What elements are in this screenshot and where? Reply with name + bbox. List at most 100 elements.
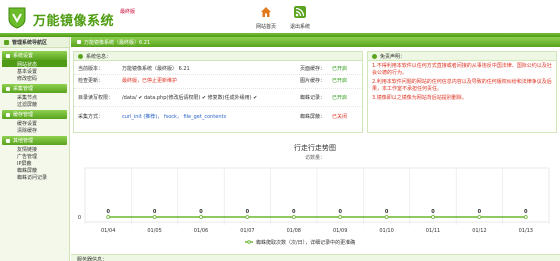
- sidebar: 管理系统导航区 系统设置 网站状态 基本设置 修改密码 采集管理 采集节点 过滤…: [0, 37, 70, 261]
- home-icon: [77, 40, 81, 44]
- info-icon: [78, 53, 83, 59]
- x-tick-label: 01/11: [426, 228, 440, 234]
- grid-icon: [4, 39, 9, 45]
- sidebar-item-filter[interactable]: 过滤屏蔽: [0, 100, 69, 108]
- x-tick-label: 01/10: [379, 228, 393, 234]
- sidebar-section-title[interactable]: 采集管理: [2, 84, 67, 93]
- sidebar-item-cache-settings[interactable]: 缓存设置: [0, 119, 69, 127]
- data-label: 0: [478, 209, 482, 215]
- sidebar-item-change-password[interactable]: 修改密码: [0, 74, 69, 82]
- data-point: [431, 215, 435, 219]
- data-label: 0: [385, 209, 389, 215]
- sidebar-item-basic-settings[interactable]: 基本设置: [0, 67, 69, 75]
- data-label: 0: [106, 209, 110, 215]
- data-point: [152, 215, 157, 219]
- row-label: 采集方式：: [78, 114, 104, 120]
- system-info-panel: 系统信息： 当前版本： 万能镜像系统（最终版） 6.21 页面缓存： 已开启 检…: [73, 51, 363, 133]
- data-label: 0: [199, 209, 203, 215]
- row-label: 蜘蛛屏蔽：: [300, 114, 326, 120]
- sidebar-section-label: 采集管理: [13, 86, 34, 92]
- row-label: 目录读写权限：: [78, 95, 114, 101]
- sidebar-section-title[interactable]: 其他管理: [2, 136, 67, 145]
- sidebar-title: 管理系统导航区: [12, 39, 48, 46]
- nav-home-label: 网站首页: [255, 24, 276, 30]
- status-badge: 已开启: [332, 66, 348, 72]
- disclaimer-panel: 免责声明： 1.不得利用本软件以任何方式直接或者间接的从事违反中国法律、国际公约…: [367, 51, 557, 133]
- sidebar-item-ads[interactable]: 广告管理: [0, 152, 69, 160]
- app-title: 万能镜像系统: [33, 14, 115, 29]
- version-badge: 最终版: [120, 9, 136, 15]
- folder-icon: [6, 86, 10, 91]
- spider-trend-chart: 行走行走势图 访数量： 0 01/04 01/05 01/06 01/07 01/08 01…: [71, 140, 560, 252]
- legend-label: 蜘蛛爬取次数（次/日），详细记录中的更准确: [256, 239, 355, 246]
- sidebar-item-spider-log[interactable]: 蜘蛛访问记录: [0, 173, 69, 181]
- disclaimer-line: 2.利用本软件问题的网站的任何信息内容以及导致的任何版权纠纷和法律争议及后果，本…: [372, 79, 552, 92]
- data-point: [384, 215, 389, 219]
- row-label: 图片缓存：: [300, 78, 326, 84]
- data-point: [199, 215, 203, 219]
- folder-icon: [6, 138, 10, 143]
- x-tick-label: 01/06: [194, 228, 208, 234]
- sidebar-section-title[interactable]: 缓存管理: [2, 110, 67, 119]
- rss-icon: [294, 6, 306, 18]
- nav-logout-button[interactable]: 退出系统: [282, 2, 318, 32]
- sidebar-section-title[interactable]: 系统设置: [2, 51, 67, 60]
- server-info-header: 服务器信息：: [71, 254, 560, 261]
- nav-logout-label: 退出系统: [289, 24, 310, 30]
- table-row: 当前版本： 万能镜像系统（最终版） 6.21 页面缓存： 已开启: [74, 63, 362, 75]
- data-point: [245, 215, 250, 219]
- main-content: 万能镜像系统（最终版）6.21 系统信息： 当前版本： 万能镜像系统（最终版） …: [71, 37, 560, 261]
- x-tick-label: 01/05: [147, 228, 161, 234]
- sidebar-section-label: 系统设置: [13, 53, 34, 59]
- sidebar-item-friend-links[interactable]: 友情链接: [0, 145, 69, 153]
- chart-svg: 行走行走势图 访数量： 0 01/04 01/05 01/06 01/07 01/08 01…: [78, 143, 550, 246]
- table-row: 检查更新： 最终版，已停止更新维护 图片缓存： 已开启: [74, 75, 362, 89]
- data-label: 0: [431, 209, 435, 215]
- breadcrumb: 万能镜像系统（最终版）6.21: [71, 37, 560, 47]
- data-point: [477, 215, 482, 219]
- x-tick-label: 01/07: [240, 228, 254, 234]
- row-value: /data/ ✔ data.php(修改后请权限) ✔ 修复数(任成外缘用) ✔: [122, 95, 258, 101]
- row-label: 当前版本：: [78, 66, 104, 72]
- sidebar-section-label: 缓存管理: [13, 112, 34, 118]
- panel-title: 系统信息：: [86, 53, 112, 60]
- breadcrumb-text: 万能镜像系统（最终版）6.21: [84, 39, 151, 46]
- disclaimer-line: 1.不得利用本软件以任何方式直接或者间接的从事违反中国法律、国际公约以及社会公德…: [372, 63, 552, 76]
- data-label: 0: [338, 209, 342, 215]
- panel-header: 系统信息：: [74, 52, 362, 61]
- data-label: 0: [292, 209, 296, 215]
- sidebar-item-clear-cache[interactable]: 清除缓存: [0, 126, 69, 134]
- row-value: 最终版，已停止更新维护: [122, 78, 178, 84]
- sidebar-item-site-status[interactable]: 网站状态: [2, 60, 67, 68]
- sidebar-item-spider-block[interactable]: 蜘蛛屏蔽: [0, 166, 69, 174]
- x-tick-label: 01/12: [472, 228, 486, 234]
- data-label: 0: [246, 209, 250, 215]
- chart-subtitle: 访数量：: [305, 154, 325, 161]
- sidebar-item-ip-block[interactable]: IP屏蔽: [0, 159, 69, 167]
- row-label: 蜘蛛记录：: [300, 95, 326, 101]
- legend-marker: [247, 240, 251, 244]
- nav-home-button[interactable]: 网站首页: [248, 2, 284, 32]
- x-tick-label: 01/04: [101, 228, 115, 234]
- data-point: [523, 215, 528, 219]
- sidebar-section-cache: 缓存管理 缓存设置 清除缓存: [0, 110, 69, 134]
- x-tick-label: 01/08: [287, 228, 301, 234]
- sidebar-section-other: 其他管理 友情链接 广告管理 IP屏蔽 蜘蛛屏蔽 蜘蛛访问记录: [0, 136, 69, 181]
- panel-title: 免责声明：: [380, 53, 406, 60]
- sidebar-item-collect-nodes[interactable]: 采集节点: [0, 93, 69, 101]
- status-badge: 已开启: [332, 95, 348, 101]
- status-badge: 已开启: [332, 78, 348, 84]
- folder-icon: [6, 53, 10, 58]
- panel-header: 免责声明：: [368, 52, 556, 61]
- row-label: 页面缓存：: [300, 66, 326, 72]
- data-point: [338, 215, 343, 219]
- table-row: 目录读写权限： /data/ ✔ data.php(修改后请权限) ✔ 修复数(…: [74, 89, 362, 107]
- row-value: curl_init (推荐)， fsock， file_get_contents: [122, 114, 227, 120]
- home-icon: [261, 7, 271, 17]
- data-label: 0: [153, 209, 157, 215]
- data-label: 0: [524, 209, 528, 215]
- data-point: [106, 215, 111, 219]
- status-badge: 已关闭: [332, 114, 348, 120]
- table-row: 采集方式： curl_init (推荐)， fsock， file_get_co…: [74, 107, 362, 127]
- data-point: [291, 215, 296, 219]
